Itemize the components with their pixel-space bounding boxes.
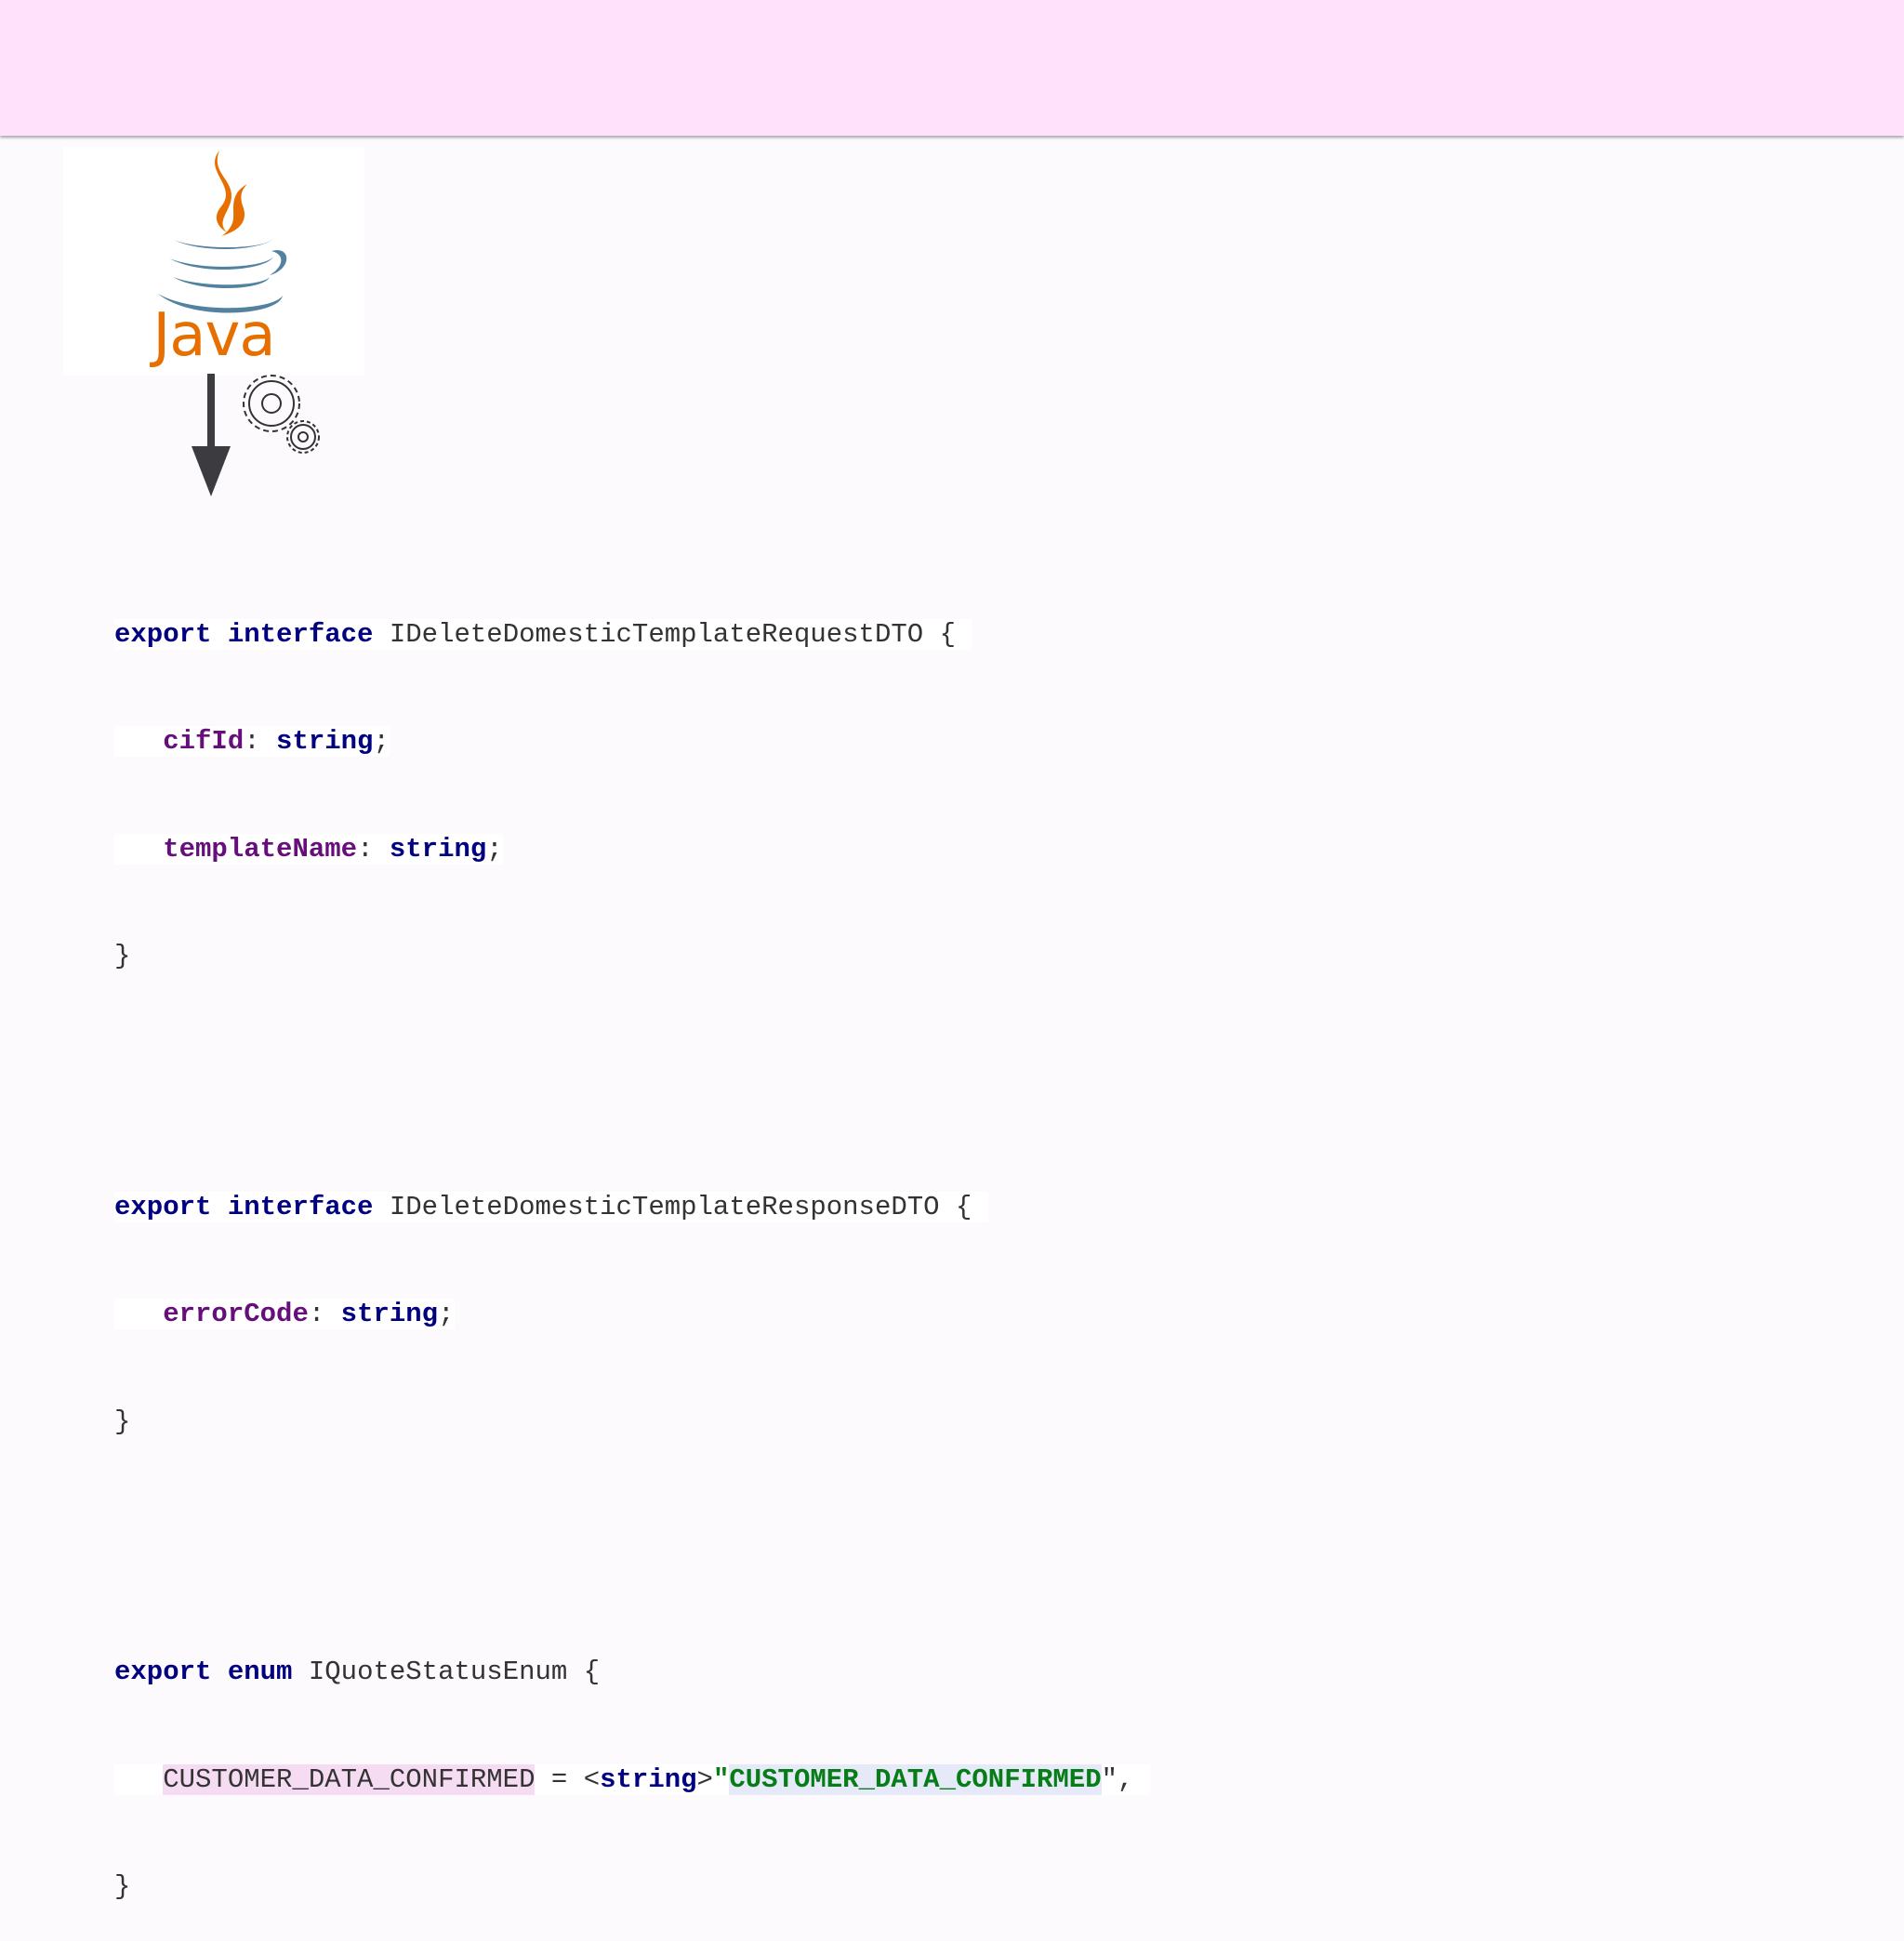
header-band	[0, 0, 1904, 136]
interface-name: IDeleteDomesticTemplateResponseDTO	[389, 1191, 940, 1222]
cast-type: string	[600, 1763, 697, 1795]
semicolon: ;	[486, 833, 503, 865]
quote-open: "	[712, 1763, 730, 1795]
code-block: export interface IDeleteDomesticTemplate…	[114, 509, 1150, 1941]
code-line: cifId: string;	[114, 724, 1150, 760]
code-line: }	[114, 939, 1150, 975]
code-line: CUSTOMER_DATA_CONFIRMED = <string>"CUSTO…	[114, 1763, 1150, 1799]
gears-icon	[243, 375, 320, 454]
keyword-export: export	[114, 618, 212, 650]
code-line: errorCode: string;	[114, 1297, 1150, 1333]
cast-close: >	[696, 1763, 713, 1795]
keyword-enum: enum	[227, 1657, 293, 1687]
field-type: string	[389, 833, 487, 865]
java-logo-text: Java	[152, 301, 275, 370]
code-line: }	[114, 1869, 1150, 1906]
colon: :	[244, 726, 277, 757]
field-name: templateName	[163, 833, 358, 865]
brace-close: }	[114, 1871, 131, 1902]
colon: :	[357, 833, 390, 865]
field-type: string	[276, 726, 374, 757]
brace-open: {	[923, 618, 956, 650]
quote-close: ",	[1101, 1763, 1134, 1795]
code-line: export interface IDeleteDomesticTemplate…	[114, 1190, 1150, 1226]
code-line: }	[114, 1405, 1150, 1441]
keyword-interface: interface	[227, 1191, 374, 1222]
keyword-interface: interface	[227, 618, 374, 650]
brace-close: }	[114, 1406, 131, 1437]
field-type: string	[340, 1299, 439, 1329]
colon: :	[308, 1299, 341, 1329]
enum-name: IQuoteStatusEnum	[308, 1657, 568, 1687]
down-arrow-icon	[192, 374, 231, 496]
field-name: errorCode	[163, 1299, 309, 1329]
code-line: templateName: string;	[114, 832, 1150, 868]
keyword-export: export	[114, 1657, 212, 1687]
brace-close: }	[114, 941, 131, 971]
semicolon: ;	[438, 1299, 455, 1329]
brace-open: {	[567, 1657, 601, 1687]
enum-value-string: CUSTOMER_DATA_CONFIRMED	[729, 1763, 1102, 1795]
java-logo: Java	[63, 147, 364, 376]
code-line: export enum IQuoteStatusEnum {	[114, 1655, 1150, 1691]
semicolon: ;	[373, 726, 390, 757]
brace-open: {	[939, 1191, 972, 1222]
field-name: cifId	[163, 726, 245, 757]
interface-name: IDeleteDomesticTemplateRequestDTO	[389, 618, 924, 650]
keyword-export: export	[114, 1191, 212, 1222]
assign-cast-open: = <	[535, 1763, 601, 1795]
enum-member: CUSTOMER_DATA_CONFIRMED	[163, 1763, 536, 1795]
code-line: export interface IDeleteDomesticTemplate…	[114, 617, 1150, 654]
